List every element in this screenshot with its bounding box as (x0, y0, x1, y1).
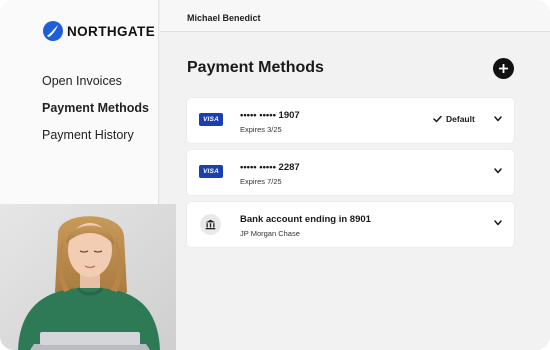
brand-name: NORTHGATE (67, 23, 156, 39)
default-badge: Default (433, 114, 475, 124)
plus-icon (499, 64, 508, 73)
visa-card-icon: VISA (199, 113, 223, 126)
add-payment-method-button[interactable] (493, 58, 514, 79)
top-bar: Michael Benedict (160, 0, 550, 32)
user-name[interactable]: Michael Benedict (187, 13, 261, 23)
bank-building-icon (200, 214, 221, 235)
payment-method-card-visa-1907[interactable]: VISA ••••• ••••• 1907 Expires 3/25 Defau… (187, 98, 514, 143)
default-label: Default (446, 114, 475, 124)
chevron-down-icon[interactable] (494, 220, 502, 226)
payment-method-card-visa-2287[interactable]: VISA ••••• ••••• 2287 Expires 7/25 (187, 150, 514, 195)
brand-logo[interactable]: NORTHGATE (43, 21, 155, 41)
checkmark-icon (433, 115, 442, 123)
card-expiry: Expires 3/25 (240, 125, 282, 134)
page-title: Payment Methods (187, 59, 324, 76)
user-photo (0, 204, 176, 350)
northgate-logo-icon (43, 21, 63, 41)
app-window: NORTHGATE Open Invoices Payment Methods … (0, 0, 550, 350)
sidebar-nav: Open Invoices Payment Methods Payment Hi… (42, 73, 149, 154)
sidebar-item-payment-history[interactable]: Payment History (42, 127, 149, 154)
sidebar-item-payment-methods[interactable]: Payment Methods (42, 100, 149, 127)
chevron-down-icon[interactable] (494, 116, 502, 122)
sidebar-item-open-invoices[interactable]: Open Invoices (42, 73, 149, 100)
visa-card-icon: VISA (199, 165, 223, 178)
bank-account-name: Bank account ending in 8901 (240, 214, 371, 225)
payment-method-bank-8901[interactable]: Bank account ending in 8901 JP Morgan Ch… (187, 202, 514, 247)
chevron-down-icon[interactable] (494, 168, 502, 174)
card-number: ••••• ••••• 2287 (240, 162, 300, 173)
bank-name: JP Morgan Chase (240, 229, 300, 238)
card-number: ••••• ••••• 1907 (240, 110, 300, 121)
main-panel: Michael Benedict Payment Methods VISA ••… (160, 0, 550, 350)
card-expiry: Expires 7/25 (240, 177, 282, 186)
